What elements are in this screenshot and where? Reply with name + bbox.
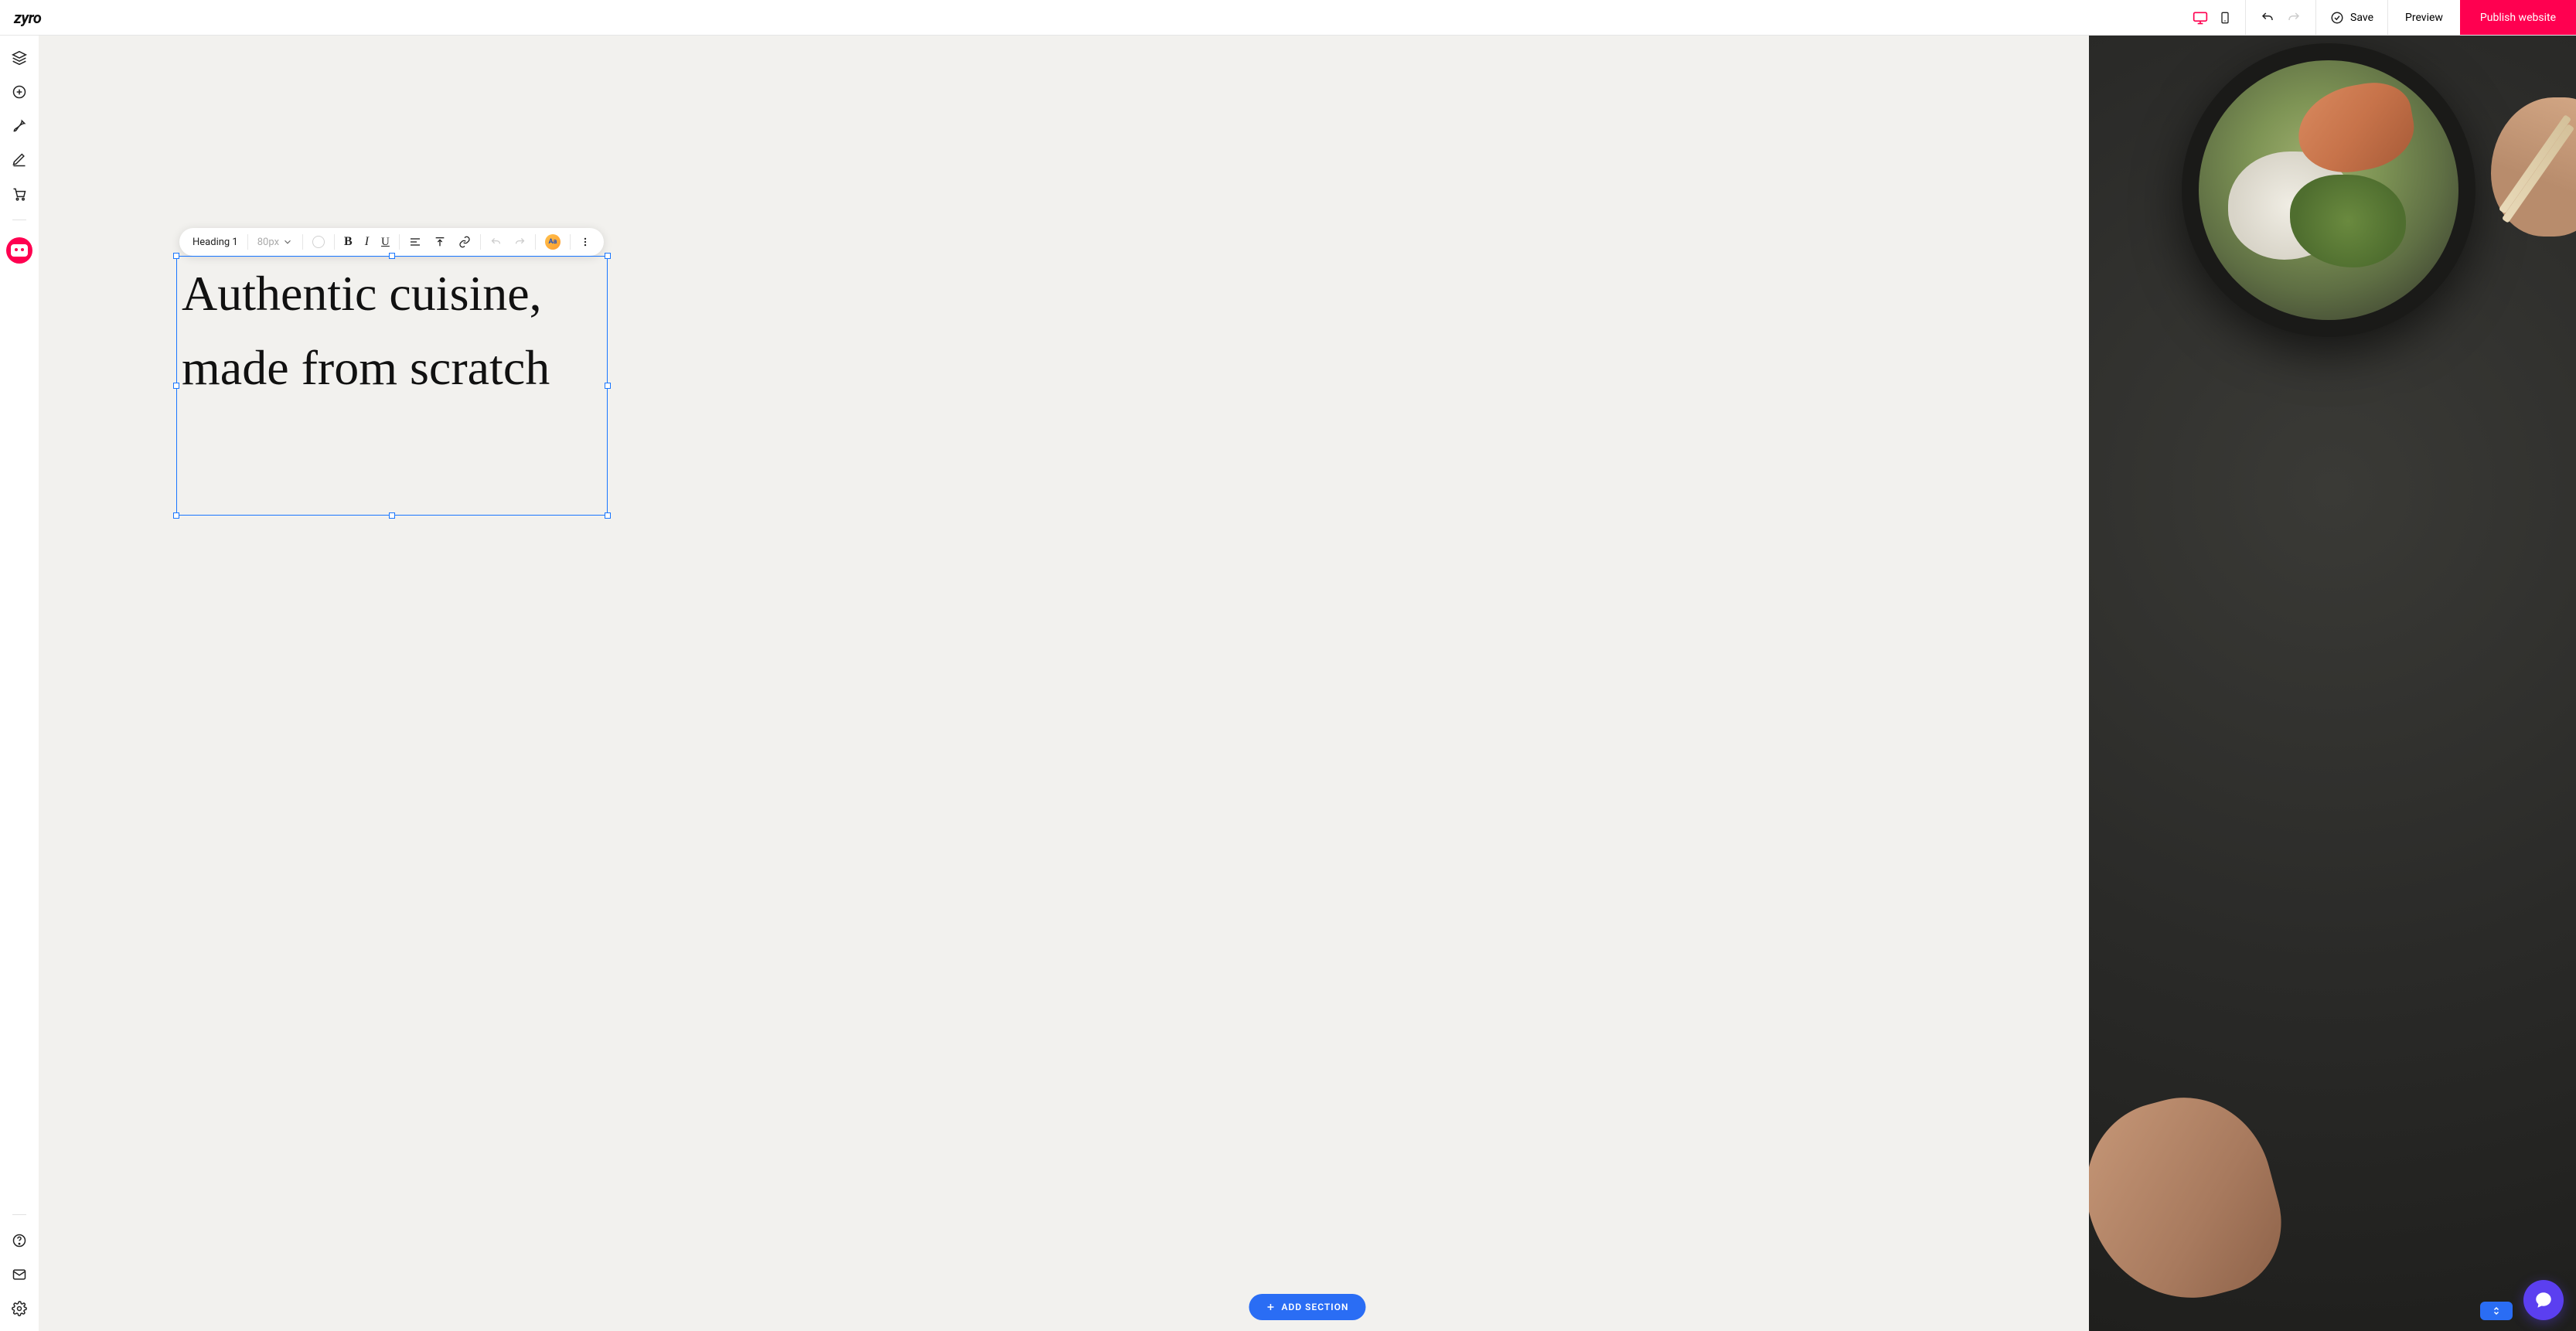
hero-image[interactable]: [2089, 36, 2576, 1331]
more-vertical-icon: [580, 236, 591, 248]
save-label: Save: [2350, 12, 2373, 24]
mobile-view-button[interactable]: [2214, 7, 2236, 29]
toolbar-separator: [535, 234, 536, 250]
brand-logo: zyro: [14, 9, 41, 27]
image-detail: [2182, 43, 2475, 337]
resize-handle-tr[interactable]: [605, 253, 611, 259]
color-swatch-icon: [312, 236, 325, 248]
section-resize-handle[interactable]: [2480, 1302, 2513, 1320]
resize-vertical-icon: [2492, 1305, 2501, 1316]
feedback-icon[interactable]: [11, 1266, 28, 1283]
settings-icon[interactable]: [11, 1300, 28, 1317]
heading-text[interactable]: Authentic cuisine, made from scratch: [177, 257, 607, 405]
redo-button[interactable]: [2283, 7, 2305, 29]
link-button[interactable]: [453, 231, 476, 253]
publish-label: Publish website: [2480, 12, 2556, 24]
text-edit-toolbar: Heading 1 80px B I U: [179, 228, 604, 256]
font-size-dropdown[interactable]: 80px: [252, 231, 298, 253]
chevron-down-icon: [282, 237, 293, 247]
toolbar-separator: [247, 234, 248, 250]
selected-heading-element[interactable]: Authentic cuisine, made from scratch: [176, 256, 608, 516]
font-size-value: 80px: [257, 237, 279, 248]
resize-handle-mr[interactable]: [605, 383, 611, 389]
resize-handle-bm[interactable]: [389, 512, 395, 519]
add-section-button[interactable]: ADD SECTION: [1249, 1294, 1366, 1320]
ai-writer-button[interactable]: Aa: [540, 231, 566, 253]
toolbar-separator: [302, 234, 303, 250]
align-top-icon: [434, 236, 446, 248]
support-chat-button[interactable]: [2523, 1280, 2564, 1320]
check-icon: [2330, 11, 2344, 25]
resize-handle-ml[interactable]: [173, 383, 179, 389]
vertical-align-button[interactable]: [428, 231, 451, 253]
topbar: zyro Save Preview Publish website: [0, 0, 2576, 36]
italic-button[interactable]: I: [359, 231, 374, 253]
styles-icon[interactable]: [11, 117, 28, 134]
plus-icon: [1266, 1302, 1276, 1312]
resize-handle-tl[interactable]: [173, 253, 179, 259]
link-icon: [458, 236, 471, 248]
publish-button[interactable]: Publish website: [2460, 0, 2576, 35]
text-style-dropdown[interactable]: Heading 1: [187, 231, 244, 253]
history-controls: [2246, 0, 2316, 35]
toolbar-separator: [570, 234, 571, 250]
text-undo-button[interactable]: [485, 231, 507, 253]
main-area: Heading 1 80px B I U: [0, 36, 2576, 1331]
preview-label: Preview: [2405, 12, 2443, 24]
bold-button[interactable]: B: [339, 231, 358, 253]
undo-button[interactable]: [2257, 7, 2278, 29]
blog-icon[interactable]: [11, 151, 28, 169]
toolbar-separator: [399, 234, 400, 250]
resize-handle-br[interactable]: [605, 512, 611, 519]
text-color-button[interactable]: [307, 231, 330, 253]
image-detail: [2089, 1078, 2298, 1320]
add-element-icon[interactable]: [11, 83, 28, 100]
robot-icon: [11, 244, 28, 257]
save-button[interactable]: Save: [2316, 0, 2388, 35]
editor-canvas[interactable]: Heading 1 80px B I U: [39, 36, 2576, 1331]
store-icon[interactable]: [11, 186, 28, 203]
help-icon[interactable]: [11, 1232, 28, 1249]
text-style-label: Heading 1: [193, 237, 238, 248]
left-sidebar: [0, 36, 39, 1331]
sidebar-divider: [12, 1214, 26, 1215]
preview-button[interactable]: Preview: [2388, 0, 2460, 35]
resize-handle-bl[interactable]: [173, 512, 179, 519]
ai-tools-button[interactable]: [6, 237, 32, 264]
undo-icon: [490, 237, 502, 248]
align-left-icon: [409, 236, 421, 248]
resize-handle-tm[interactable]: [389, 253, 395, 259]
ai-badge-icon: Aa: [545, 234, 561, 250]
layers-icon[interactable]: [11, 49, 28, 66]
canvas-left-column: Heading 1 80px B I U: [39, 36, 2089, 1331]
toolbar-separator: [480, 234, 481, 250]
add-section-label: ADD SECTION: [1282, 1302, 1349, 1312]
redo-icon: [514, 237, 526, 248]
toolbar-separator: [334, 234, 335, 250]
more-options-button[interactable]: [574, 231, 596, 253]
underline-button[interactable]: U: [376, 231, 395, 253]
chat-icon: [2533, 1290, 2554, 1310]
align-button[interactable]: [404, 231, 427, 253]
text-redo-button[interactable]: [509, 231, 531, 253]
desktop-view-button[interactable]: [2189, 7, 2211, 29]
device-switcher: [2180, 0, 2246, 35]
